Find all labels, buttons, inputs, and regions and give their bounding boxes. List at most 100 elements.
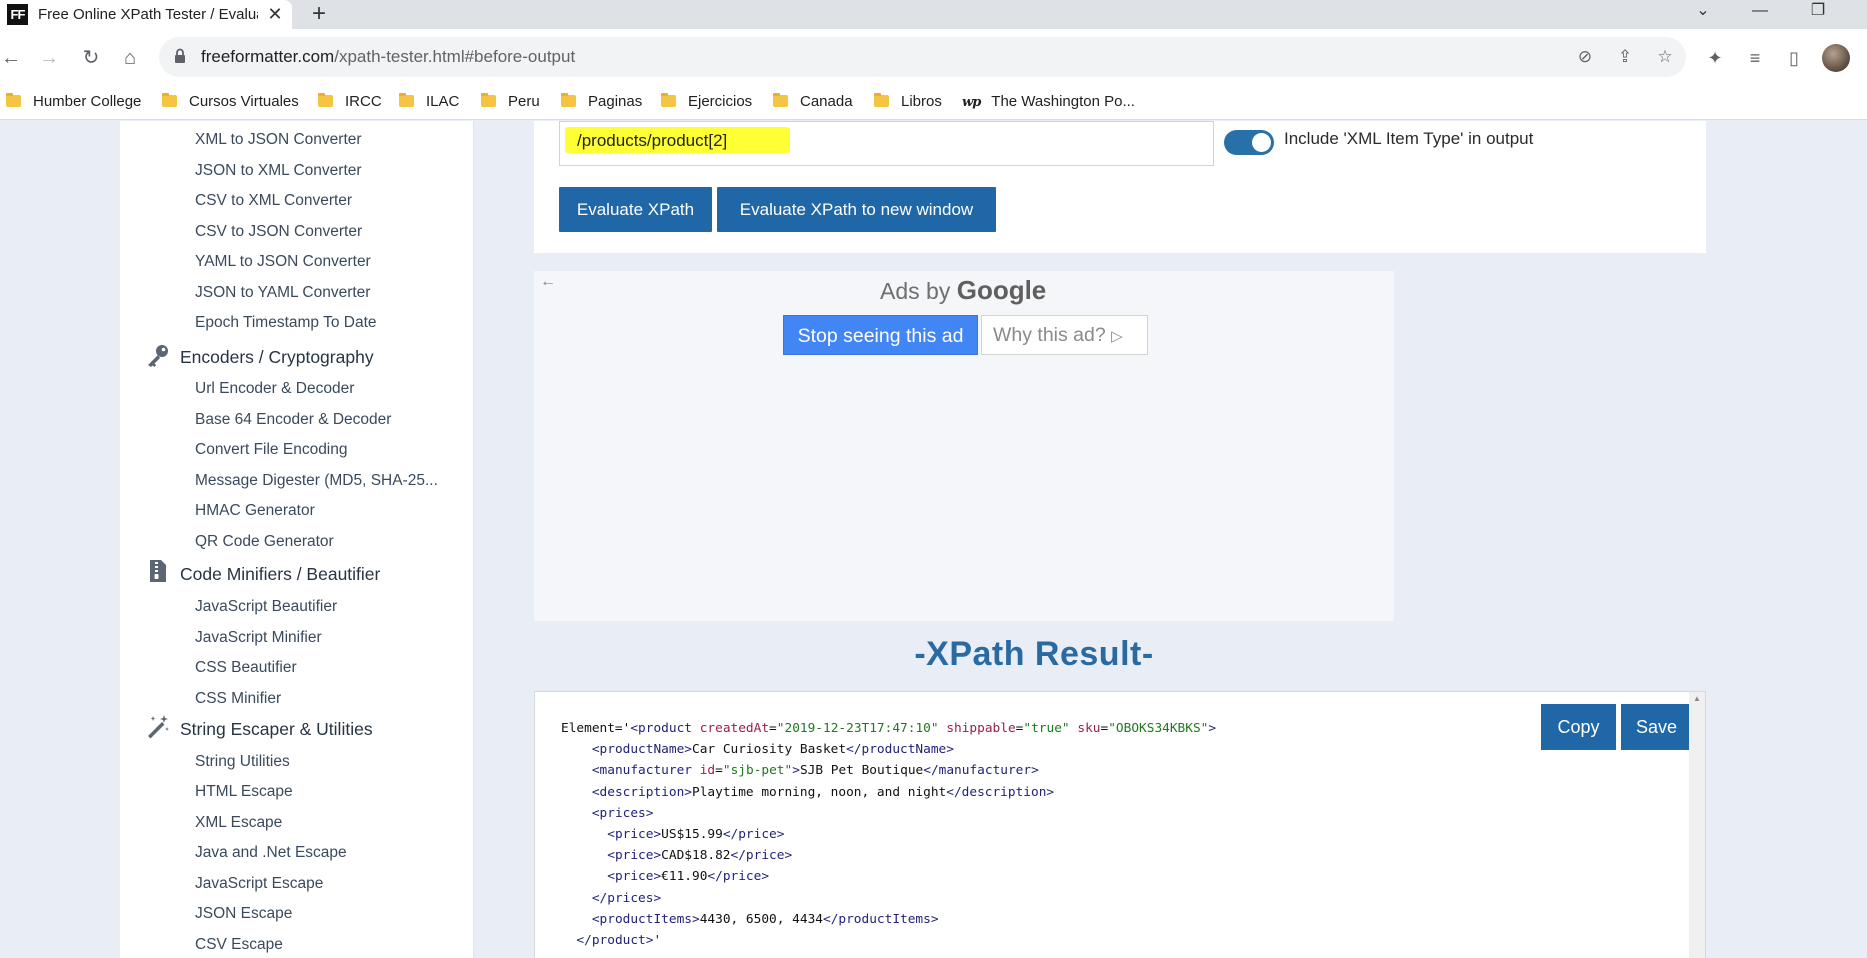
browser-toolbar: ← → ↻ ⌂ freeformatter.com/xpath-tester.h…	[0, 29, 1867, 87]
sidebar-link[interactable]: Base 64 Encoder & Decoder	[195, 411, 391, 429]
share-icon[interactable]: ⇪	[1613, 45, 1637, 69]
sidebar-link[interactable]: Epoch Timestamp To Date	[195, 314, 377, 332]
main-content: /products/product[2] Include 'XML Item T…	[474, 121, 1867, 958]
toggle-label: Include 'XML Item Type' in output	[1284, 129, 1534, 148]
sidebar-category-string-escaper[interactable]: String Escaper & Utilities	[180, 719, 373, 740]
media-queue-icon[interactable]: ≡	[1740, 43, 1770, 73]
bookmark-ircc[interactable]: IRCC	[318, 93, 382, 115]
sidebar-link[interactable]: JSON to XML Converter	[195, 162, 362, 180]
sidebar-link[interactable]: Url Encoder & Decoder	[195, 380, 354, 398]
bookmark-ejercicios[interactable]: Ejercicios	[661, 93, 752, 115]
bookmarks-bar: Humber College Cursos Virtuales IRCC ILA…	[0, 87, 1867, 120]
back-arrow-icon[interactable]: ←	[0, 43, 26, 73]
folder-icon	[773, 93, 788, 107]
ads-by-google-label: Ads by Google	[880, 275, 1047, 305]
sidebar-category-code-minifiers[interactable]: Code Minifiers / Beautifier	[180, 564, 380, 585]
bookmark-washington-post[interactable]: wp The Washington Po...	[962, 93, 1135, 115]
xpath-expression-value: /products/product[2]	[577, 131, 728, 150]
sidebar-link[interactable]: YAML to JSON Converter	[195, 253, 371, 271]
folder-icon	[481, 93, 496, 107]
folder-icon	[318, 93, 333, 107]
scroll-up-arrow-icon[interactable]: ▲	[1693, 694, 1701, 703]
forward-arrow-icon[interactable]: →	[34, 43, 64, 73]
reload-icon[interactable]: ↻	[76, 43, 106, 73]
result-code: Element='<product createdAt="2019-12-23T…	[561, 721, 1217, 949]
side-panel-icon[interactable]: ▯	[1779, 43, 1809, 73]
folder-icon	[661, 93, 676, 107]
sidebar-link[interactable]: String Utilities	[195, 753, 290, 771]
sidebar-category-encoders[interactable]: Encoders / Cryptography	[180, 347, 374, 368]
folder-icon	[561, 93, 576, 107]
sidebar-link[interactable]: HTML Escape	[195, 783, 293, 801]
lock-icon[interactable]	[174, 48, 186, 64]
url-domain: freeformatter.com	[201, 47, 335, 66]
sidebar-link[interactable]: JavaScript Minifier	[195, 629, 322, 647]
sidebar: XML to JSON Converter JSON to XML Conver…	[120, 121, 474, 958]
tab-search-chevron-icon[interactable]: ⌄	[1683, 0, 1723, 26]
new-tab-button[interactable]: +	[306, 1, 332, 27]
sidebar-link[interactable]: CSV to XML Converter	[195, 192, 352, 210]
sidebar-link[interactable]: CSV Escape	[195, 936, 283, 954]
extensions-puzzle-icon[interactable]: ✦	[1700, 43, 1730, 73]
sidebar-link[interactable]: CSV to JSON Converter	[195, 223, 362, 241]
site-favicon-icon: FF	[7, 4, 28, 25]
sidebar-link[interactable]: XML Escape	[195, 814, 282, 832]
save-button[interactable]: Save	[1621, 704, 1692, 750]
active-tab[interactable]: FF Free Online XPath Tester / Evaluator …	[0, 0, 292, 29]
evaluate-xpath-new-window-button[interactable]: Evaluate XPath to new window	[717, 187, 996, 232]
sidebar-link[interactable]: Message Digester (MD5, SHA-25...	[195, 472, 438, 490]
ad-back-arrow-icon[interactable]: ←	[540, 273, 556, 291]
xpath-result-output[interactable]: Element='<product createdAt="2019-12-23T…	[534, 691, 1706, 958]
sidebar-link[interactable]: JavaScript Escape	[195, 875, 323, 893]
browser-tab-strip: FF Free Online XPath Tester / Evaluator …	[0, 0, 1867, 29]
sidebar-link[interactable]: CSS Beautifier	[195, 659, 297, 677]
sidebar-link[interactable]: Convert File Encoding	[195, 441, 348, 459]
tab-title: Free Online XPath Tester / Evaluator	[38, 6, 258, 23]
play-triangle-icon: ▷	[1111, 328, 1123, 345]
url-path: /xpath-tester.html#before-output	[334, 47, 576, 66]
sidebar-link[interactable]: HMAC Generator	[195, 502, 315, 520]
bookmark-ilac[interactable]: ILAC	[399, 93, 459, 115]
folder-icon	[162, 93, 177, 107]
bookmark-peru[interactable]: Peru	[481, 93, 540, 115]
toggle-knob	[1252, 133, 1271, 152]
key-icon	[148, 345, 168, 367]
xpath-form-panel: /products/product[2] Include 'XML Item T…	[534, 121, 1706, 253]
stop-seeing-ad-button[interactable]: Stop seeing this ad	[783, 315, 978, 355]
folder-icon	[874, 93, 889, 107]
bookmark-star-icon[interactable]: ☆	[1653, 45, 1677, 69]
address-bar[interactable]: freeformatter.com/xpath-tester.html#befo…	[159, 37, 1686, 77]
folder-icon	[6, 93, 21, 107]
sidebar-link[interactable]: QR Code Generator	[195, 533, 334, 551]
evaluate-xpath-button[interactable]: Evaluate XPath	[559, 187, 712, 232]
home-icon[interactable]: ⌂	[115, 43, 145, 73]
tab-close-icon[interactable]: ✕	[264, 3, 286, 25]
zip-file-icon	[150, 560, 166, 582]
sidebar-link[interactable]: JavaScript Beautifier	[195, 598, 337, 616]
bookmark-paginas[interactable]: Paginas	[561, 93, 642, 115]
xml-item-type-toggle[interactable]	[1224, 130, 1274, 155]
eye-slash-icon[interactable]: ⊘	[1573, 45, 1597, 69]
restore-button[interactable]: ❐	[1798, 0, 1838, 26]
xpath-expression-input[interactable]: /products/product[2]	[559, 121, 1214, 166]
magic-wand-icon	[148, 715, 169, 739]
result-scrollbar[interactable]: ▲	[1689, 692, 1705, 958]
bookmark-humber-college[interactable]: Humber College	[6, 93, 141, 115]
sidebar-link[interactable]: CSS Minifier	[195, 690, 281, 708]
xpath-result-heading: -XPath Result-	[914, 635, 1154, 673]
profile-avatar[interactable]	[1822, 44, 1850, 72]
washington-post-logo-icon: wp	[962, 95, 981, 110]
ad-container: ← Ads by Google Stop seeing this ad Why …	[534, 271, 1394, 621]
bookmark-canada[interactable]: Canada	[773, 93, 853, 115]
why-this-ad-button[interactable]: Why this ad? ▷	[981, 315, 1148, 355]
bookmark-cursos-virtuales[interactable]: Cursos Virtuales	[162, 93, 299, 115]
copy-button[interactable]: Copy	[1541, 704, 1616, 750]
bookmark-libros[interactable]: Libros	[874, 93, 942, 115]
sidebar-link[interactable]: Java and .Net Escape	[195, 844, 347, 862]
page-viewport: XML to JSON Converter JSON to XML Conver…	[0, 121, 1867, 958]
url-text[interactable]: freeformatter.com/xpath-tester.html#befo…	[201, 47, 575, 67]
sidebar-link[interactable]: JSON to YAML Converter	[195, 284, 370, 302]
sidebar-link[interactable]: XML to JSON Converter	[195, 131, 362, 149]
minimize-button[interactable]: —	[1740, 0, 1780, 26]
sidebar-link[interactable]: JSON Escape	[195, 905, 292, 923]
